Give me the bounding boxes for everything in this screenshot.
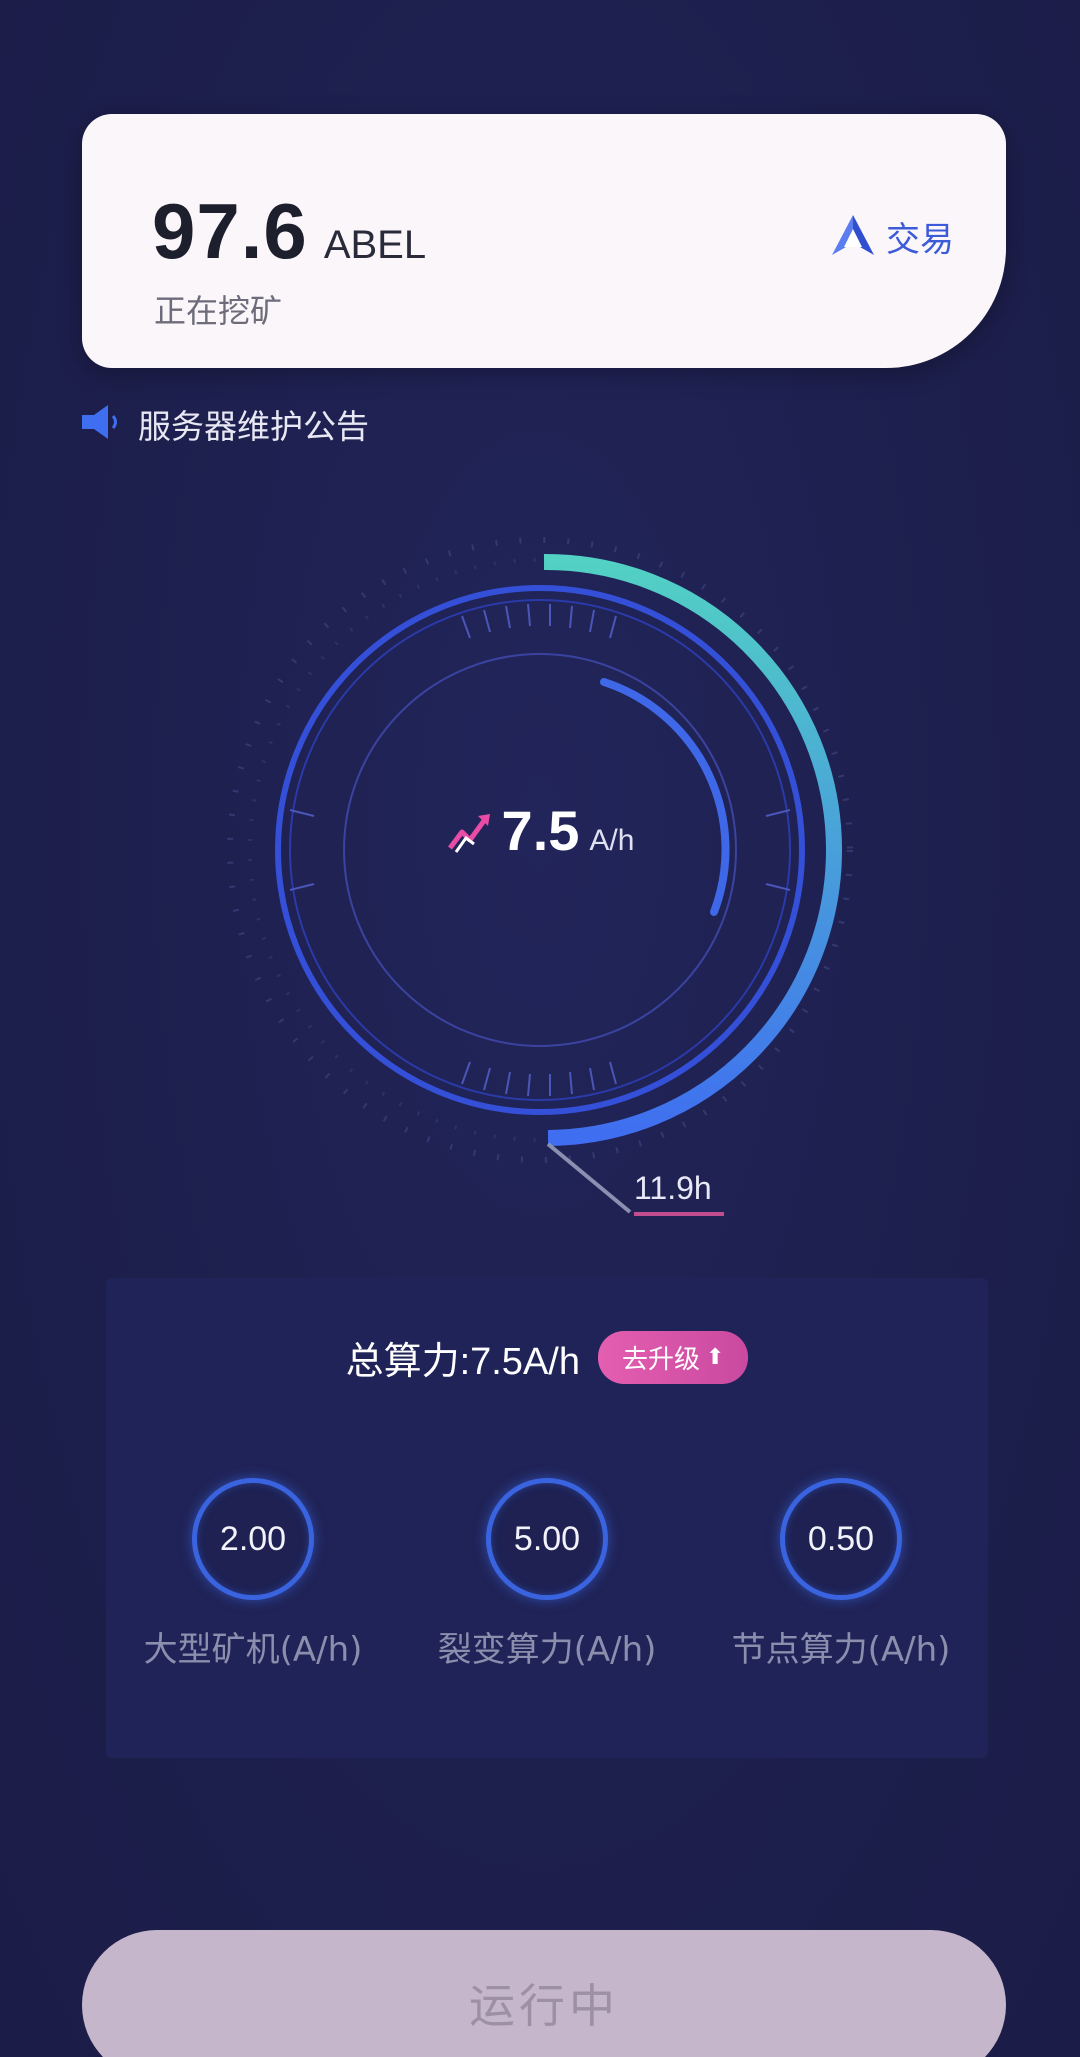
stat-items: 2.00 大型矿机(A/h) 5.00 裂变算力(A/h) 0.50 节点算力(… xyxy=(106,1478,988,1671)
stat-value: 2.00 xyxy=(219,1519,287,1558)
balance-row: 97.6 ABEL xyxy=(152,186,426,277)
stat-circle: 0.50 xyxy=(780,1478,902,1600)
hashrate-unit: A/h xyxy=(589,824,635,857)
notice-text: 服务器维护公告 xyxy=(138,407,369,446)
balance-value: 97.6 xyxy=(152,187,308,275)
trade-button[interactable]: 交易 xyxy=(830,212,954,261)
hashrate-gauge: 7.5 A/h xyxy=(200,520,880,1220)
stat-circle: 5.00 xyxy=(486,1478,608,1600)
trade-label: 交易 xyxy=(886,220,954,260)
duration-pointer xyxy=(546,1142,632,1214)
balance-unit: ABEL xyxy=(323,223,427,267)
hashrate-value: 7.5 xyxy=(501,799,580,862)
total-hashrate-row: 总算力:7.5A/h 去升级 ⬆ xyxy=(106,1330,988,1385)
gauge-rings xyxy=(227,537,853,1214)
inner-progress-arc xyxy=(600,678,730,916)
stat-large-miner: 2.00 大型矿机(A/h) xyxy=(123,1478,383,1671)
gauge-center: 7.5 A/h xyxy=(200,798,880,863)
maintenance-notice[interactable]: 服务器维护公告 xyxy=(78,400,369,448)
trend-icon xyxy=(446,802,502,854)
run-label: 运行中 xyxy=(469,1979,619,2033)
remaining-time: 11.9h xyxy=(634,1170,712,1206)
trade-logo-icon xyxy=(830,213,876,261)
remaining-time-underline xyxy=(634,1212,724,1216)
stat-label: 裂变算力(A/h) xyxy=(437,1630,657,1670)
stat-circle: 2.00 xyxy=(192,1478,314,1600)
stats-panel: 总算力:7.5A/h 去升级 ⬆ 2.00 大型矿机(A/h) 5.00 裂变算… xyxy=(106,1278,988,1758)
upgrade-label: 去升级 xyxy=(621,1345,700,1375)
total-hashrate: 总算力:7.5A/h xyxy=(345,1341,580,1383)
stat-label: 节点算力(A/h) xyxy=(731,1630,951,1670)
balance-card: 97.6 ABEL 正在挖矿 交易 xyxy=(82,114,1006,368)
upgrade-button[interactable]: 去升级 ⬆ xyxy=(597,1331,749,1384)
stat-value: 0.50 xyxy=(807,1519,875,1558)
stat-fission: 5.00 裂变算力(A/h) xyxy=(417,1478,677,1671)
mining-status: 正在挖矿 xyxy=(154,292,283,330)
run-button[interactable]: 运行中 xyxy=(82,1930,1006,2057)
mining-screen: 97.6 ABEL 正在挖矿 交易 服务器维护公告 7.5 A/h 11.9h … xyxy=(0,0,1080,2057)
stat-node: 0.50 节点算力(A/h) xyxy=(711,1478,971,1671)
stat-label: 大型矿机(A/h) xyxy=(143,1630,363,1670)
speaker-icon xyxy=(78,402,124,446)
arrow-up-icon: ⬆ xyxy=(706,1345,725,1370)
stat-value: 5.00 xyxy=(513,1519,581,1558)
